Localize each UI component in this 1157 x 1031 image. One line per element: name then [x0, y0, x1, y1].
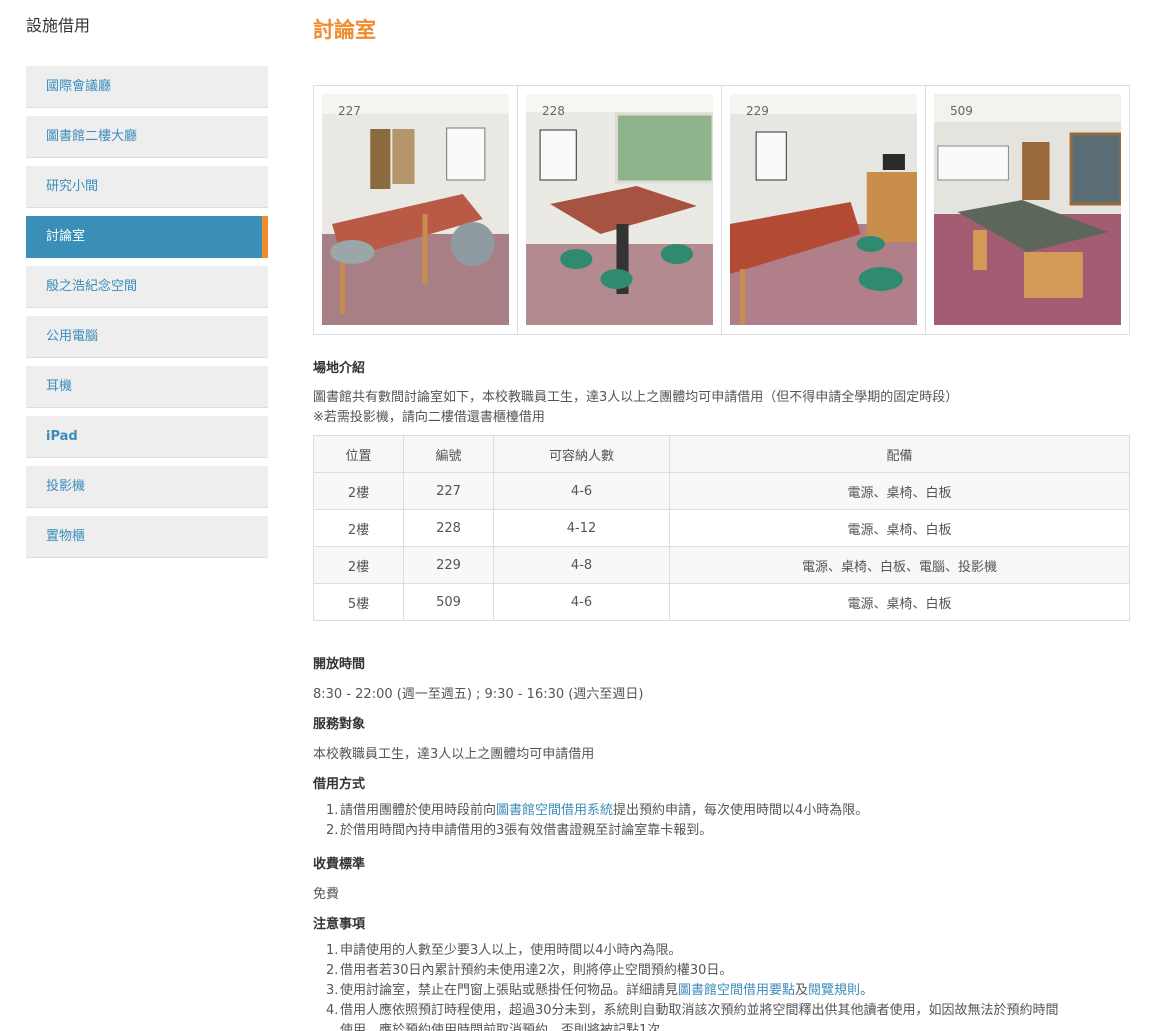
projector-note: ※若需投影機，請向二樓借還書櫃檯借用	[313, 410, 545, 425]
sidebar-item-headphones[interactable]: 耳機	[26, 366, 268, 408]
room-number-label: 228	[542, 104, 565, 118]
note-4-text: 借用人應依照預訂時程使用，超過30分未到，系統則自動取消該次預約並將空間釋出供其…	[340, 1003, 1059, 1018]
list-item: 1. 申請使用的人數至少要3人以上，使用時間以4小時內為限。	[313, 941, 1059, 961]
cell-floor: 2樓	[313, 546, 404, 584]
photo-cell: 509	[926, 86, 1129, 334]
sidebar-item-ipad[interactable]: iPad	[26, 416, 268, 458]
cell-floor: 2樓	[313, 472, 404, 510]
cell-capacity: 4-8	[493, 546, 670, 584]
sidebar-item-international-hall[interactable]: 國際會議廳	[26, 66, 268, 108]
room-photo-gallery: 227 228 229 509	[313, 85, 1130, 335]
note-3-period: 。	[860, 983, 874, 998]
rooms-table: 位置 編號 可容納人數 配備 2樓 227 4-6 電源、桌椅、白板 2樓 22…	[313, 435, 1130, 621]
sidebar-item-study-carrel[interactable]: 研究小間	[26, 166, 268, 208]
note-2-text: 借用者若30日內累計預約未使用達2次，則將停止空間預約權30日。	[340, 963, 733, 978]
cell-capacity: 4-6	[493, 472, 670, 510]
list-number: 2.	[326, 823, 339, 838]
column-header-capacity: 可容納人數	[493, 435, 670, 473]
column-header-equipment: 配備	[669, 435, 1130, 473]
column-header-floor: 位置	[313, 435, 404, 473]
space-booking-rules-link[interactable]: 圖書館空間借用要點	[678, 983, 795, 998]
list-item: 3. 使用討論室，禁止在門窗上張貼或懸掛任何物品。詳細請見圖書館空間借用要點及閱覽…	[313, 981, 1059, 1001]
note-3-conjunction: 及	[795, 983, 809, 998]
sidebar-title: 設施借用	[26, 16, 91, 35]
list-item: 使用，應於預約使用時間前取消預約，否則將被記點1次。	[313, 1021, 1059, 1031]
table-row: 2樓 229 4-8 電源、桌椅、白板、電腦、投影機	[313, 546, 1130, 584]
cell-equipment: 電源、桌椅、白板、電腦、投影機	[669, 546, 1130, 584]
note-1-text: 申請使用的人數至少要3人以上，使用時間以4小時內為限。	[340, 943, 682, 958]
list-number: 1.	[326, 803, 339, 818]
table-row: 2樓 228 4-12 電源、桌椅、白板	[313, 509, 1130, 547]
photo-cell: 227	[314, 86, 518, 334]
photo-cell: 229	[722, 86, 926, 334]
audience-text: 本校教職員工生，達3人以上之團體均可申請借用	[313, 747, 595, 762]
list-item: 2. 於借用時間內持申請借用的3張有效借書證親至討論室靠卡報到。	[313, 821, 868, 841]
method-list: 1. 請借用團體於使用時段前向圖書館空間借用系統提出預約申請，每次使用時間以4小時…	[313, 801, 868, 841]
list-number: 2.	[326, 963, 339, 978]
note-4-text-continued: 使用，應於預約使用時間前取消預約，否則將被記點1次。	[340, 1023, 674, 1031]
table-row: 5樓 509 4-6 電源、桌椅、白板	[313, 583, 1130, 621]
sidebar-menu: 國際會議廳 圖書館二樓大廳 研究小間 討論室 殷之浩紀念空間 公用電腦 耳機 i…	[26, 66, 268, 566]
cell-room-number: 228	[403, 509, 494, 547]
table-header-row: 位置 編號 可容納人數 配備	[313, 435, 1130, 473]
photo-cell: 228	[518, 86, 722, 334]
cell-floor: 5樓	[313, 583, 404, 621]
hours-text: 8:30 - 22:00 (週一至週五) ; 9:30 - 16:30 (週六至…	[313, 687, 644, 702]
sidebar-item-memorial-space[interactable]: 殷之浩紀念空間	[26, 266, 268, 308]
intro-heading: 場地介紹	[313, 361, 366, 376]
sidebar-item-lockers[interactable]: 置物櫃	[26, 516, 268, 558]
reading-rules-link[interactable]: 閱覽規則	[808, 983, 860, 998]
method-step-1-text: 請借用團體於使用時段前向	[340, 803, 497, 818]
list-item: 4. 借用人應依照預訂時程使用，超過30分未到，系統則自動取消該次預約並將空間釋出…	[313, 1001, 1059, 1021]
cell-capacity: 4-12	[493, 509, 670, 547]
cell-equipment: 電源、桌椅、白板	[669, 472, 1130, 510]
space-booking-system-link[interactable]: 圖書館空間借用系統	[496, 803, 613, 818]
room-number-label: 227	[338, 104, 361, 118]
list-number: 4.	[326, 1003, 339, 1018]
cell-room-number: 227	[403, 472, 494, 510]
list-item: 2. 借用者若30日內累計預約未使用達2次，則將停止空間預約權30日。	[313, 961, 1059, 981]
method-step-2-text: 於借用時間內持申請借用的3張有效借書證親至討論室靠卡報到。	[340, 823, 713, 838]
cell-room-number: 229	[403, 546, 494, 584]
cell-equipment: 電源、桌椅、白板	[669, 509, 1130, 547]
method-heading: 借用方式	[313, 777, 366, 792]
fee-text: 免費	[313, 887, 340, 902]
list-number: 3.	[326, 983, 339, 998]
room-photo-509[interactable]: 509	[934, 94, 1121, 325]
room-number-label: 229	[746, 104, 769, 118]
sidebar-item-projector[interactable]: 投影機	[26, 466, 268, 508]
cell-capacity: 4-6	[493, 583, 670, 621]
cell-room-number: 509	[403, 583, 494, 621]
intro-text: 圖書館共有數間討論室如下，本校教職員工生，達3人以上之團體均可申請借用（但不得申…	[313, 390, 959, 405]
audience-heading: 服務對象	[313, 717, 366, 732]
cell-equipment: 電源、桌椅、白板	[669, 583, 1130, 621]
hours-heading: 開放時間	[313, 657, 366, 672]
sidebar-item-library-lobby[interactable]: 圖書館二樓大廳	[26, 116, 268, 158]
notes-heading: 注意事項	[313, 917, 366, 932]
table-row: 2樓 227 4-6 電源、桌椅、白板	[313, 472, 1130, 510]
room-number-label: 509	[950, 104, 973, 118]
notes-list: 1. 申請使用的人數至少要3人以上，使用時間以4小時內為限。 2. 借用者若30日內…	[313, 941, 1059, 1031]
room-photo-228[interactable]: 228	[526, 94, 713, 325]
list-item: 1. 請借用團體於使用時段前向圖書館空間借用系統提出預約申請，每次使用時間以4小時…	[313, 801, 868, 821]
note-3-text: 使用討論室，禁止在門窗上張貼或懸掛任何物品。詳細請見	[340, 983, 679, 998]
list-number: 1.	[326, 943, 339, 958]
sidebar-item-public-computers[interactable]: 公用電腦	[26, 316, 268, 358]
page-title: 討論室	[313, 18, 376, 42]
column-header-room-number: 編號	[403, 435, 494, 473]
room-photo-227[interactable]: 227	[322, 94, 509, 325]
sidebar-item-discussion-room[interactable]: 討論室	[26, 216, 268, 258]
method-step-1-text-end: 提出預約申請，每次使用時間以4小時為限。	[613, 803, 869, 818]
room-photo-229[interactable]: 229	[730, 94, 917, 325]
fee-heading: 收費標準	[313, 857, 366, 872]
cell-floor: 2樓	[313, 509, 404, 547]
